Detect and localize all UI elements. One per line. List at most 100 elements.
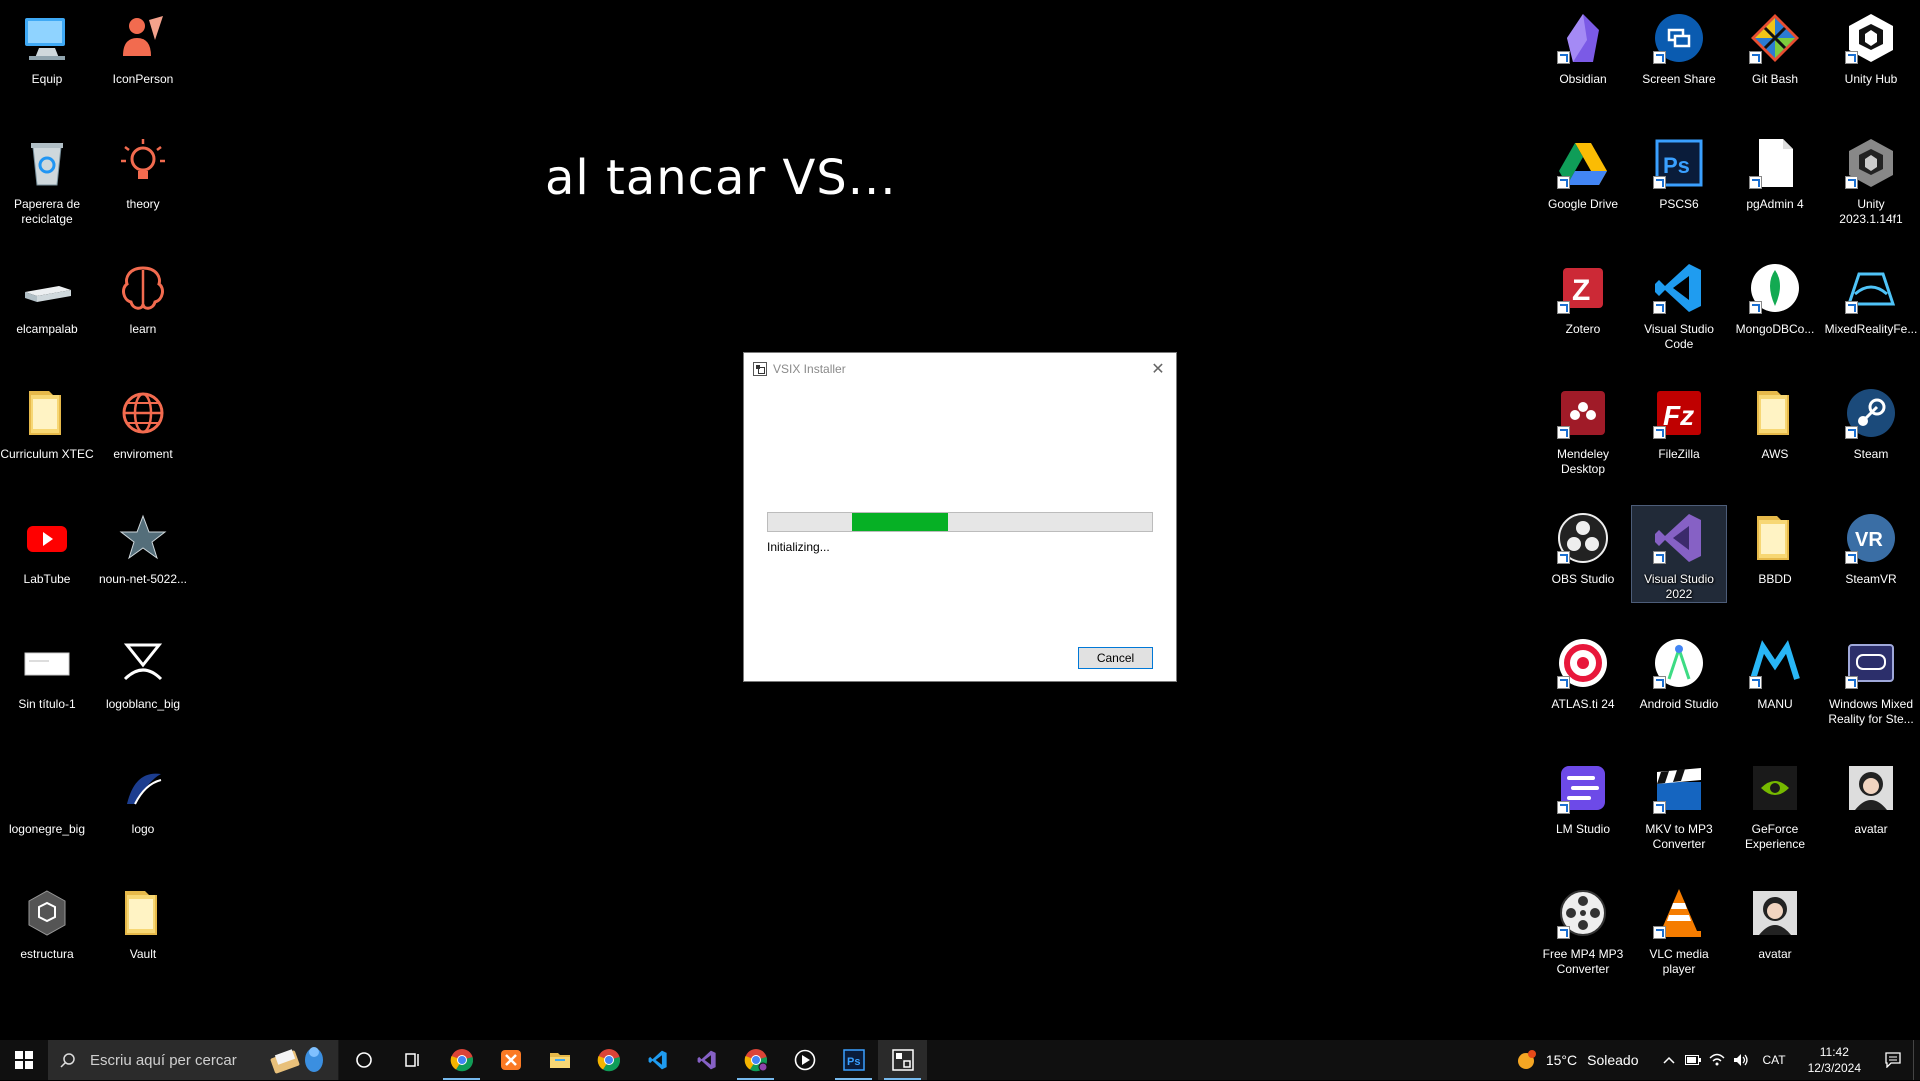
cancel-button[interactable]: Cancel <box>1078 647 1153 669</box>
desktop-icon-label: Google Drive <box>1547 197 1619 211</box>
desktop-icon-label: Obsidian <box>1559 72 1607 86</box>
desktop-icon-logoblanc-big[interactable]: logoblanc_big <box>96 631 190 712</box>
taskbar-vsix-installer-button[interactable] <box>878 1040 927 1080</box>
desktop-icon-labtube[interactable]: LabTube <box>0 506 94 587</box>
desktop-icon-google-drive[interactable]: Google Drive <box>1536 131 1630 212</box>
desktop-icon-mixedrealityfe[interactable]: MixedRealityFe... <box>1824 256 1918 337</box>
desktop-icon-steamvr[interactable]: VR SteamVR <box>1824 506 1918 587</box>
desktop-icon-label: GeForce Experience <box>1744 822 1806 851</box>
desktop-icon-logonegre-big[interactable]: logonegre_big <box>0 756 94 837</box>
volume-icon[interactable] <box>1729 1040 1753 1080</box>
desktop-icon-git-bash[interactable]: Git Bash <box>1728 6 1822 87</box>
taskbar-file-explorer-button[interactable] <box>535 1040 584 1080</box>
taskbar-chrome-button[interactable] <box>584 1040 633 1080</box>
desktop-icon-screen-share[interactable]: Screen Share <box>1632 6 1726 87</box>
desktop-icon-bbdd[interactable]: BBDD <box>1728 506 1822 587</box>
desktop-icon-manu[interactable]: MANU <box>1728 631 1822 712</box>
desktop-icon-atlas-ti-24[interactable]: ATLAS.ti 24 <box>1536 631 1630 712</box>
taskbar-photoshop-button[interactable]: Ps <box>829 1040 878 1080</box>
close-icon[interactable]: ✕ <box>1146 357 1170 381</box>
show-desktop-button[interactable] <box>1913 1040 1920 1080</box>
desktop-icon-zotero[interactable]: Z Zotero <box>1536 256 1630 337</box>
desktop-icon-geforce-experience[interactable]: GeForce Experience <box>1728 756 1822 852</box>
desktop-icon-logo[interactable]: logo <box>96 756 190 837</box>
taskbar-vscode-button[interactable] <box>633 1040 682 1080</box>
desktop-icon-aws[interactable]: AWS <box>1728 381 1822 462</box>
desktop-icon-mkv-to-mp3-converter[interactable]: MKV to MP3 Converter <box>1632 756 1726 852</box>
taskbar-visual-studio-button[interactable] <box>682 1040 731 1080</box>
desktop-icon-curriculum-xtec[interactable]: Curriculum XTEC <box>0 381 94 462</box>
desktop-icon-pscs6[interactable]: Ps PSCS6 <box>1632 131 1726 212</box>
taskbar-task-view-button[interactable] <box>388 1040 437 1080</box>
desktop-icon-unity-hub[interactable]: Unity Hub <box>1824 6 1918 87</box>
desktop-icon-paperera-de-reciclatge[interactable]: Paperera de reciclatge <box>0 131 94 227</box>
desktop-icon-equip[interactable]: Equip <box>0 6 94 87</box>
taskbar-xampp-button[interactable] <box>486 1040 535 1080</box>
desktop-icon-elcampalab[interactable]: elcampalab <box>0 256 94 337</box>
desktop-icon-pgadmin-4[interactable]: pgAdmin 4 <box>1728 131 1822 212</box>
dialog-titlebar[interactable]: VSIX Installer ✕ <box>744 353 1176 385</box>
desktop-icon-lm-studio[interactable]: LM Studio <box>1536 756 1630 837</box>
weather-temp: 15°C <box>1545 1052 1578 1068</box>
windows-logo-icon <box>15 1051 33 1069</box>
desktop-icon-noun-net-5022[interactable]: noun-net-5022... <box>96 506 190 587</box>
desktop-icon-iconperson[interactable]: IconPerson <box>96 6 190 87</box>
desktop-icon-windows-mixed-reality-for-ste[interactable]: Windows Mixed Reality for Ste... <box>1824 631 1918 727</box>
steam-icon <box>1843 385 1899 441</box>
desktop-icon-learn[interactable]: learn <box>96 256 190 337</box>
logo-white-icon <box>115 635 171 691</box>
desktop-icon-label: Unity 2023.1.14f1 <box>1839 197 1903 226</box>
language-indicator[interactable]: CAT <box>1763 1053 1786 1067</box>
desktop-icon-filezilla[interactable]: Fz FileZilla <box>1632 381 1726 462</box>
desktop-icon-vlc-media-player[interactable]: VLC media player <box>1632 881 1726 977</box>
clock[interactable]: 11:42 12/3/2024 <box>1808 1044 1861 1076</box>
desktop-icon-visual-studio-code[interactable]: Visual Studio Code <box>1632 256 1726 352</box>
desktop-icon-obsidian[interactable]: Obsidian <box>1536 6 1630 87</box>
brain-icon <box>115 260 171 316</box>
geforce-icon <box>1747 760 1803 816</box>
chevron-up-icon[interactable] <box>1657 1040 1681 1080</box>
media-player-icon <box>794 1049 816 1071</box>
desktop-icon-label: Zotero <box>1565 322 1601 336</box>
desktop-icon-theory[interactable]: theory <box>96 131 190 212</box>
desktop-icon-mongodbco[interactable]: MongoDBCo... <box>1728 256 1822 337</box>
desktop-icon-visual-studio-2022[interactable]: Visual Studio 2022 <box>1631 505 1727 603</box>
start-button[interactable] <box>0 1040 48 1080</box>
weather-widget[interactable]: 15°C Soleado <box>1516 1049 1639 1071</box>
desktop-icon-label: learn <box>129 322 157 336</box>
vsix-installer-icon <box>891 1049 914 1071</box>
taskbar-chrome-profile-button[interactable] <box>731 1040 780 1080</box>
shortcut-arrow-icon <box>1845 426 1858 439</box>
desktop-icon-label: MixedRealityFe... <box>1824 322 1918 336</box>
android-studio-icon <box>1651 635 1707 691</box>
battery-icon[interactable] <box>1681 1040 1705 1080</box>
desktop-icon-label: Screen Share <box>1642 72 1716 86</box>
xampp-icon <box>500 1049 522 1071</box>
desktop-icon-free-mp4-mp3-converter[interactable]: Free MP4 MP3 Converter <box>1536 881 1630 977</box>
cortana-button[interactable] <box>339 1040 388 1080</box>
desktop-icon-unity-2023-1-14f1[interactable]: Unity 2023.1.14f1 <box>1824 131 1918 227</box>
taskbar-chrome-button[interactable] <box>437 1040 486 1080</box>
desktop-icon-mendeley-desktop[interactable]: Mendeley Desktop <box>1536 381 1630 477</box>
desktop-icon-obs-studio[interactable]: OBS Studio <box>1536 506 1630 587</box>
clock-date: 12/3/2024 <box>1807 1061 1861 1075</box>
notification-icon[interactable] <box>1873 1040 1913 1080</box>
desktop-icon-enviroment[interactable]: enviroment <box>96 381 190 462</box>
desktop-icon-sin-t-tulo-1[interactable]: Sin título-1 <box>0 631 94 712</box>
wifi-icon[interactable] <box>1705 1040 1729 1080</box>
desktop-icon-avatar[interactable]: avatar <box>1728 881 1822 962</box>
desktop-icon-estructura[interactable]: estructura <box>0 881 94 962</box>
desktop-icon-label: FileZilla <box>1658 447 1700 461</box>
desktop-icon-label: SteamVR <box>1845 572 1897 586</box>
shortcut-arrow-icon <box>1557 176 1570 189</box>
desktop-icon-android-studio[interactable]: Android Studio <box>1632 631 1726 712</box>
desktop-icon-steam[interactable]: Steam <box>1824 381 1918 462</box>
photoshop-icon: Ps <box>1651 135 1707 191</box>
shortcut-arrow-icon <box>1653 926 1666 939</box>
taskbar-media-player-button[interactable] <box>780 1040 829 1080</box>
desktop-icon-label: AWS <box>1761 447 1789 461</box>
desktop-icon-avatar[interactable]: avatar <box>1824 756 1918 837</box>
search-box[interactable]: Escriu aquí per cercar <box>48 1040 339 1080</box>
sun-icon <box>1517 1050 1536 1069</box>
desktop-icon-vault[interactable]: Vault <box>96 881 190 962</box>
